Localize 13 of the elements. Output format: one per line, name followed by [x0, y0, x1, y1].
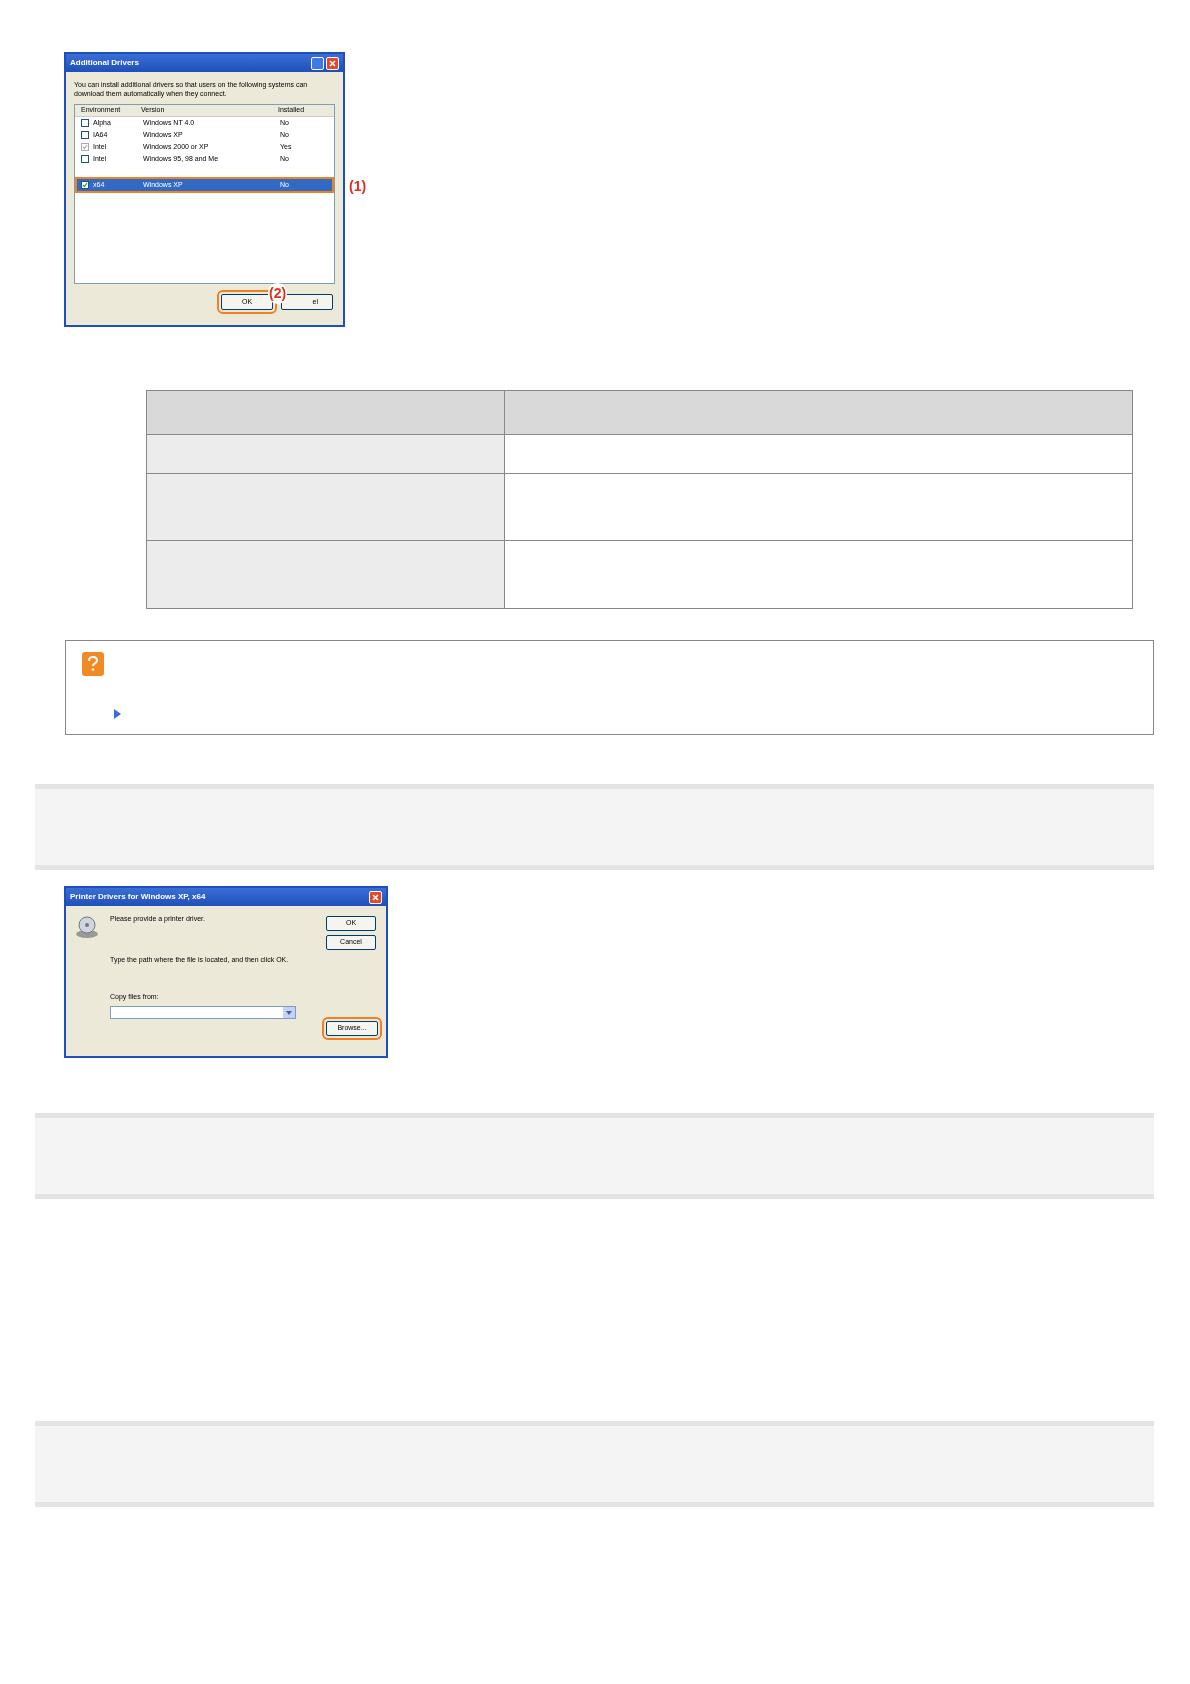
- checkbox[interactable]: [81, 131, 89, 139]
- checkbox[interactable]: [81, 119, 89, 127]
- dropdown-icon[interactable]: [283, 1007, 295, 1018]
- close-icon[interactable]: [369, 890, 382, 904]
- arrow-icon: [113, 708, 122, 720]
- window-title: Printer Drivers for Windows XP, x64: [70, 891, 207, 903]
- close-icon[interactable]: [326, 56, 339, 70]
- window-title: Additional Drivers: [70, 57, 140, 69]
- disc-drive-icon: [74, 914, 100, 940]
- checkbox[interactable]: [81, 155, 89, 163]
- checkbox[interactable]: [81, 181, 89, 189]
- question-icon: [82, 652, 104, 676]
- path-field[interactable]: [110, 1006, 296, 1019]
